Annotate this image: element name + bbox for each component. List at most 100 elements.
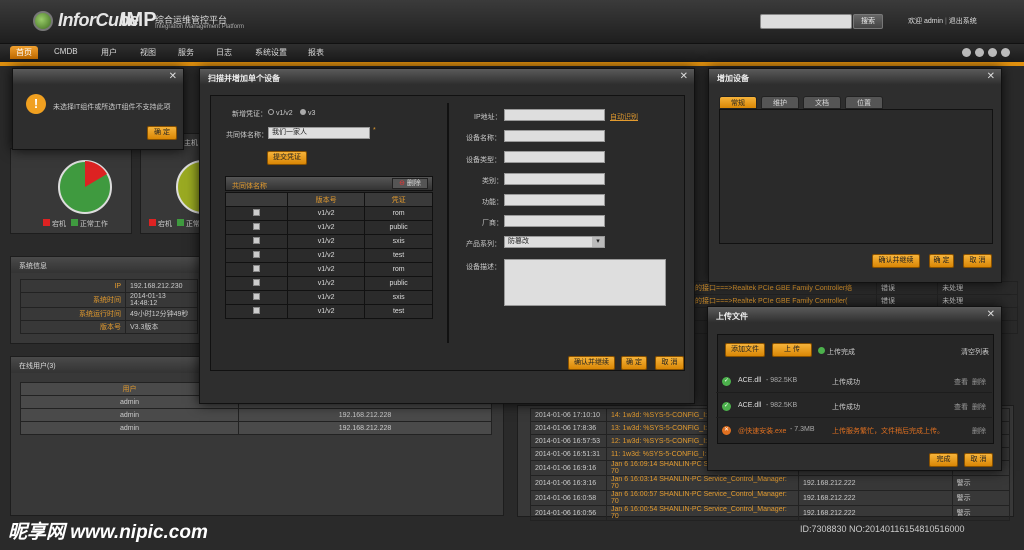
device-name-input[interactable] <box>504 130 605 142</box>
view-link[interactable]: 查看 <box>954 377 968 387</box>
tab-location[interactable]: 位置 <box>845 96 883 109</box>
view-link[interactable]: 查看 <box>954 402 968 412</box>
product-series-select[interactable]: 防篡改 ▾ <box>504 236 605 248</box>
vendor-label: 厂商： <box>482 220 503 227</box>
finish-button[interactable]: 完成 <box>929 453 958 467</box>
tab-documents[interactable]: 文档 <box>803 96 841 109</box>
nav-settings[interactable]: 系统设置 <box>255 47 287 58</box>
table-row[interactable]: v1/v2 test <box>225 304 433 319</box>
ok-button[interactable]: 确 定 <box>621 356 647 370</box>
function-input[interactable] <box>504 194 605 206</box>
user-cell: admin <box>20 408 239 422</box>
tab-general[interactable]: 常规 <box>719 96 757 109</box>
pie-panel-2-title: 主机 <box>184 140 198 147</box>
nav-users[interactable]: 用户 <box>101 47 117 58</box>
table-row[interactable]: v1/v2 rom <box>225 262 433 277</box>
product-series-value: 防篡改 <box>508 238 529 245</box>
auto-detect-link[interactable]: 自动识别 <box>610 112 638 122</box>
chevron-down-icon[interactable]: ▾ <box>592 237 604 247</box>
cell-cred: test <box>364 304 433 319</box>
required-mark: * <box>373 127 376 134</box>
cred-table-header: 共同体名称 ⊖ 删除 <box>225 176 433 191</box>
table-row[interactable]: v1/v2 public <box>225 220 433 235</box>
row-checkbox[interactable] <box>253 293 260 300</box>
col-version: 版本号 <box>286 192 366 207</box>
ip-input[interactable] <box>504 109 605 121</box>
refresh-icon[interactable] <box>988 48 997 57</box>
cell-version: v1/v2 <box>286 304 366 319</box>
clear-list-link[interactable]: 清空列表 <box>961 347 989 357</box>
submit-cred-button[interactable]: 提交凭证 <box>267 151 307 165</box>
radio-v3[interactable]: v3 <box>300 109 315 117</box>
cancel-button[interactable]: 取 消 <box>655 356 684 370</box>
device-desc-label: 设备描述： <box>466 264 501 271</box>
sysinfo-table: IP 192.168.212.230 系统时间 2014-01-13 14:48:1… <box>20 279 198 334</box>
close-icon[interactable]: ✕ <box>987 71 995 82</box>
table-row[interactable]: v1/v2 test <box>225 248 433 263</box>
logout-link[interactable]: 退出系统 <box>949 18 977 25</box>
sysinfo-value: 192.168.212.230 <box>125 279 198 293</box>
delete-link[interactable]: 删除 <box>972 426 986 436</box>
alert-title-bar: ✕ <box>13 69 183 85</box>
log-time: 2014-01-06 16:3:16 <box>530 475 607 491</box>
file-status: 上传成功 <box>832 404 860 411</box>
nav-underline <box>0 62 1024 66</box>
table-row[interactable]: v1/v2 sxis <box>225 290 433 305</box>
logo-icon <box>33 11 53 31</box>
device-desc-textarea[interactable] <box>504 259 666 306</box>
ok-button[interactable]: 确 定 <box>929 254 954 268</box>
log-time: 2014-01-06 16:0:56 <box>530 505 607 521</box>
upload-file-row: ✓ ACE.dll - 982.5KB 上传成功 查看 删除 <box>716 371 992 393</box>
add-device-title: 增加设备 ✕ <box>709 69 1001 85</box>
nav-views[interactable]: 视图 <box>140 47 156 58</box>
search-button[interactable]: 搜索 <box>853 14 883 29</box>
row-checkbox[interactable] <box>253 251 260 258</box>
delete-button[interactable]: ⊖ 删除 <box>392 178 428 189</box>
row-checkbox[interactable] <box>253 223 260 230</box>
cell-cred: public <box>364 220 433 235</box>
warning-icon: ! <box>26 94 46 114</box>
confirm-continue-button[interactable]: 确认并继续 <box>568 356 615 370</box>
file-size: - 982.5KB <box>766 377 798 384</box>
delete-link[interactable]: 删除 <box>972 402 986 412</box>
nav-logs[interactable]: 日志 <box>216 47 232 58</box>
pie-panel-1: 宕机 正常工作 <box>10 148 132 234</box>
table-row[interactable]: v1/v2 public <box>225 276 433 291</box>
table-row[interactable]: v1/v2 sxis <box>225 234 433 249</box>
forward-icon[interactable] <box>975 48 984 57</box>
welcome-bar: 欢迎 admin | 退出系统 <box>908 18 977 25</box>
table-row[interactable]: v1/v2 rom <box>225 206 433 221</box>
close-icon[interactable]: ✕ <box>680 71 688 82</box>
cancel-button[interactable]: 取 消 <box>963 254 992 268</box>
delete-label: 删除 <box>406 180 421 187</box>
nav-home[interactable]: 首页 <box>10 46 38 59</box>
row-checkbox[interactable] <box>253 307 260 314</box>
device-type-input[interactable] <box>504 151 605 163</box>
close-icon[interactable]: ✕ <box>987 309 995 320</box>
close-icon[interactable] <box>1001 48 1010 57</box>
row-checkbox[interactable] <box>253 279 260 286</box>
vendor-input[interactable] <box>504 215 605 227</box>
add-file-button[interactable]: 添加文件 <box>725 343 765 357</box>
row-checkbox[interactable] <box>253 265 260 272</box>
ip-cell: 192.168.212.228 <box>238 421 492 435</box>
nav-cmdb[interactable]: CMDB <box>54 47 78 56</box>
check-icon <box>818 347 825 354</box>
row-checkbox[interactable] <box>253 237 260 244</box>
alert-ok-button[interactable]: 确 定 <box>147 126 177 140</box>
back-icon[interactable] <box>962 48 971 57</box>
confirm-continue-button[interactable]: 确认并继续 <box>872 254 920 268</box>
cell-version: v1/v2 <box>286 276 366 291</box>
cancel-button[interactable]: 取 消 <box>964 453 993 467</box>
category-input[interactable] <box>504 173 605 185</box>
radio-v1v2[interactable]: v1/v2 <box>268 109 293 117</box>
community-input[interactable]: 我们一家人 <box>268 127 370 139</box>
nav-services[interactable]: 服务 <box>178 47 194 58</box>
nav-reports[interactable]: 报表 <box>308 47 324 58</box>
row-checkbox[interactable] <box>253 209 260 216</box>
delete-link[interactable]: 删除 <box>972 377 986 387</box>
search-input[interactable] <box>760 14 852 29</box>
close-icon[interactable]: ✕ <box>169 71 177 82</box>
upload-button[interactable]: 上 传 <box>772 343 812 357</box>
tab-maintenance[interactable]: 维护 <box>761 96 799 109</box>
